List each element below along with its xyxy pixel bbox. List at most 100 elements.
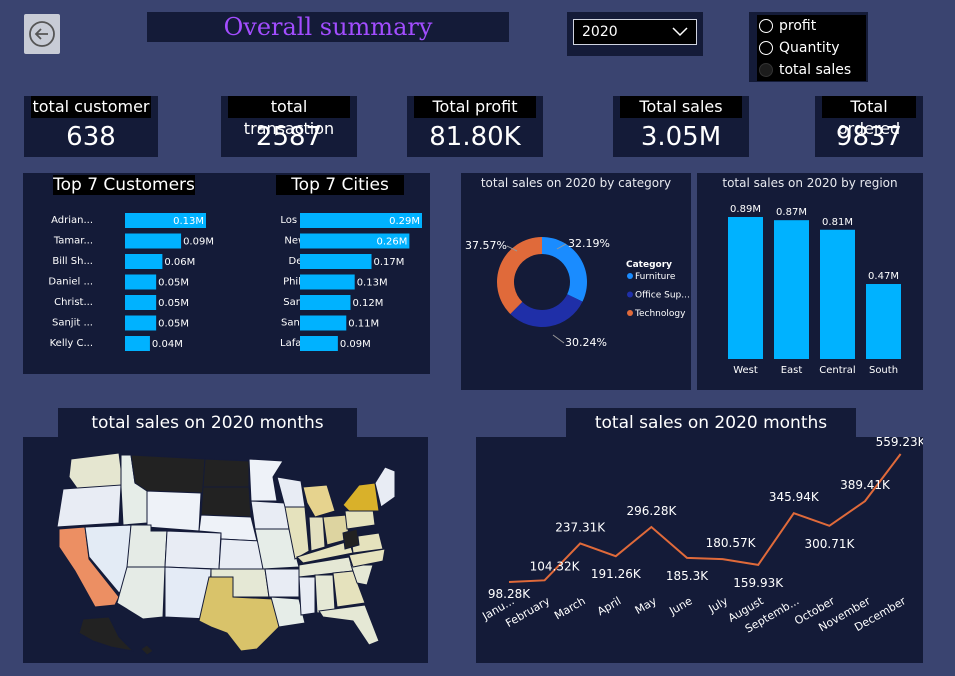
region-category-label: Central <box>819 365 855 376</box>
line-value-label: 159.93K <box>733 576 784 590</box>
kpi-total-sales: Total sales 3.05M <box>613 96 749 157</box>
map-state-in <box>308 516 326 552</box>
radio-label: Quantity <box>779 40 840 56</box>
legend-item: Office Sup... <box>635 291 690 301</box>
monthly-sales-line-chart: 98.28KJanu...104.32KFebruary237.31KMarch… <box>479 435 926 636</box>
region-category-label: East <box>781 365 803 376</box>
bar-value-label: 0.17M <box>374 257 405 268</box>
map-state-hi <box>140 644 154 656</box>
line-value-label: 180.57K <box>706 536 757 550</box>
line-value-label: 296.28K <box>626 504 677 518</box>
radio-profit[interactable]: profit <box>757 15 866 37</box>
radio-label: total sales <box>779 62 852 78</box>
radio-circle-icon <box>759 19 773 33</box>
category-chart-panel: total sales on 2020 by category 32.19% 30… <box>461 173 691 390</box>
line-value-label: 389.41K <box>840 478 891 492</box>
bar-value-label: 0.12M <box>352 298 383 309</box>
legend-marker <box>627 291 633 298</box>
map-state-ny <box>342 482 380 512</box>
category-donut-chart: 32.19% 30.24% 37.57% Category Furniture Offic… <box>465 237 690 349</box>
donut-label: 37.57% <box>465 239 507 252</box>
line-value-label: 104.32K <box>530 559 581 573</box>
month-label: June <box>666 594 694 618</box>
kpi-label: Total profit <box>414 96 536 118</box>
bar <box>300 254 372 269</box>
kpi-label: Total ordered <box>822 96 916 138</box>
region-bar <box>728 217 763 359</box>
map-state-ks <box>218 538 264 570</box>
legend-item: Furniture <box>635 272 676 282</box>
legend-marker <box>627 273 633 279</box>
bar <box>300 295 351 310</box>
bar <box>300 274 355 290</box>
bar <box>125 336 150 351</box>
year-value: 2020 <box>582 24 618 40</box>
region-value-label: 0.89M <box>730 204 761 215</box>
bar <box>300 336 338 351</box>
donut-label: 30.24% <box>565 336 607 349</box>
line-chart-panel: 98.28K Janu... 104.32K February 237.31K March… <box>476 435 927 663</box>
bar-value-label: 0.09M <box>183 237 214 248</box>
region-value-label: 0.81M <box>822 217 853 228</box>
line-value-label: 237.31K <box>555 520 606 534</box>
line-value-label: 559.23K <box>876 437 923 449</box>
line-value-label: 300.71K <box>804 537 855 551</box>
bar-category-label: Bill Sh... <box>52 256 93 267</box>
donut-label: 32.19% <box>568 237 610 250</box>
kpi-total-customer: total customer 638 <box>24 96 158 157</box>
bar-value-label: 0.04M <box>152 339 183 350</box>
bar-value-label: 0.05M <box>158 319 189 330</box>
map-state-ms <box>298 576 316 616</box>
map-state-co <box>164 530 222 570</box>
map-state-mi <box>302 484 336 518</box>
map-state-wy <box>146 490 202 532</box>
donut-leader-line <box>552 334 565 344</box>
radio-circle-selected-icon <box>759 63 773 77</box>
region-bar <box>774 220 809 359</box>
region-chart-panel: total sales on 2020 by region 0.89M West 0… <box>697 173 923 390</box>
month-label: May <box>633 594 660 617</box>
page-title-box: Overall summary <box>147 12 509 42</box>
line-value-label: 345.94K <box>769 490 820 504</box>
radio-total-sales[interactable]: total sales <box>757 59 866 81</box>
map-state-mt <box>130 454 206 494</box>
kpi-total-transaction: total transaction 2587 <box>221 96 357 157</box>
map-state-nd <box>202 458 250 488</box>
kpi-total-profit: Total profit 81.80K <box>407 96 543 157</box>
bar-value-label: 0.26M <box>376 237 407 248</box>
bar <box>125 295 157 310</box>
bar <box>125 233 182 249</box>
map-state-ia <box>250 500 290 530</box>
bar-category-label: Sanjit ... <box>52 318 93 329</box>
line-chart-title: total sales on 2020 months <box>566 408 856 438</box>
bar-category-label: Kelly C... <box>50 338 93 349</box>
year-dropdown[interactable]: 2020 <box>573 19 697 45</box>
us-map <box>56 452 396 656</box>
map-state-ar <box>264 568 300 598</box>
bar-value-label: 0.05M <box>158 278 189 289</box>
top7-bar-charts: Adrian... 0.13M Tamar... 0.09M Bill Sh... 0.0… <box>48 213 422 351</box>
back-button[interactable] <box>24 14 60 54</box>
bar-value-label: 0.29M <box>389 216 420 227</box>
map-panel <box>23 437 428 663</box>
kpi-value: 9837 <box>835 122 903 152</box>
bar-value-label: 0.09M <box>340 339 371 350</box>
kpi-label: total customer <box>31 96 151 118</box>
region-value-label: 0.47M <box>868 271 899 282</box>
map-state-al <box>314 574 336 614</box>
map-state-pa <box>344 508 376 530</box>
page-title: Overall summary <box>223 13 433 41</box>
map-state-or <box>56 484 122 528</box>
radio-quantity[interactable]: Quantity <box>757 37 866 59</box>
year-slicer: 2020 <box>567 12 703 56</box>
back-arrow-icon <box>29 21 55 47</box>
bar <box>300 315 347 331</box>
line-value-label: 185.3K <box>666 569 709 583</box>
kpi-value: 81.80K <box>429 122 521 152</box>
bar-value-label: 0.11M <box>348 319 379 330</box>
kpi-value: 2587 <box>255 122 323 152</box>
region-bar-chart: 0.89M West 0.87M East 0.81M Central 0.47M South <box>728 204 901 376</box>
bar-category-label: Daniel ... <box>48 277 93 288</box>
bar-category-label: Adrian... <box>51 215 93 226</box>
bar-category-label: Tamar... <box>53 236 93 247</box>
